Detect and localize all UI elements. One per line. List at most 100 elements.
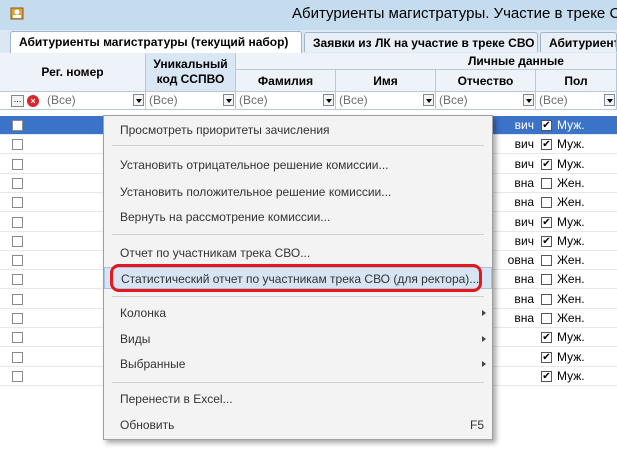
cell-patronymic: вич [514,118,534,132]
chevron-down-icon[interactable] [323,94,334,106]
filter-sspvo-code-value: (Все) [149,93,178,107]
row-checkbox[interactable] [12,255,23,267]
cell-gender: Муж. [557,118,585,132]
filter-patronymic-value: (Все) [439,93,468,107]
chevron-down-icon[interactable] [223,94,234,106]
row-checkbox[interactable] [12,216,23,228]
menu-separator [112,234,484,235]
cell-patronymic [500,367,534,386]
row-checkbox[interactable] [12,158,23,170]
filter-row: (Все) (Все) (Все) (Все) (Все) (Все) [0,92,617,110]
menu-item-set-positive[interactable]: Установить положительное решение комисси… [104,181,492,203]
cell-patronymic: вна [514,272,534,287]
row-checkbox[interactable] [12,197,23,209]
gender-checkbox[interactable]: ✔ [541,235,552,247]
row-checkbox[interactable] [12,313,23,324]
gender-checkbox[interactable] [541,177,552,189]
filter-gender-value: (Все) [539,93,568,107]
menu-item-svo-report[interactable]: Отчет по участникам трека СВО... [104,242,492,264]
chevron-right-icon [482,336,486,342]
header-patronymic[interactable]: Отчество [436,70,536,92]
header-gender[interactable]: Пол [536,70,617,92]
row-checkbox[interactable] [12,370,23,382]
tab-strip: Абитуриенты магистратуры (текущий набор)… [0,30,617,54]
menu-item-refresh-label: Обновить [120,418,175,432]
row-checkbox[interactable] [12,177,23,189]
filter-patronymic[interactable]: (Все) [436,92,536,109]
header-last-name[interactable]: Фамилия [236,70,336,92]
chevron-right-icon [482,310,486,316]
cell-gender: Жен. [557,311,585,325]
header-personal-data-group: Личные данные [236,53,617,70]
tab-svo-requests[interactable]: Заявки из ЛК на участие в треке СВО [304,32,538,52]
tab-current-applicants[interactable]: Абитуриенты магистратуры (текущий набор) [10,31,302,53]
row-checkbox[interactable] [12,274,23,286]
chevron-down-icon[interactable] [133,94,144,106]
title-bar: Абитуриенты магистратуры. Участие в трек… [0,0,617,30]
cell-patronymic: вна [514,195,534,210]
gender-checkbox[interactable]: ✔ [541,139,552,151]
menu-item-column[interactable]: Колонка [104,302,492,324]
app-icon [10,7,24,20]
cell-gender: Жен. [557,291,585,306]
cell-gender: Муж. [557,214,585,229]
chevron-down-icon[interactable] [604,94,615,106]
filter-last-name-value: (Все) [239,93,268,107]
clear-filter-icon[interactable]: × [27,95,39,107]
cell-patronymic [500,348,534,367]
gender-checkbox[interactable] [541,293,552,305]
gender-checkbox[interactable] [541,197,552,209]
cell-patronymic: вич [514,233,534,248]
row-checkbox[interactable] [12,235,23,247]
cell-patronymic: вич [514,214,534,229]
filter-sspvo-code[interactable]: (Все) [146,92,236,109]
menu-item-export-excel[interactable]: Перенести в Excel... [104,388,492,410]
gender-checkbox[interactable]: ✔ [541,351,552,363]
header-first-name[interactable]: Имя [336,70,436,92]
gender-checkbox[interactable]: ✔ [541,332,552,344]
chevron-right-icon [482,361,486,367]
row-checkbox[interactable] [12,293,23,305]
gender-checkbox[interactable] [541,313,552,324]
menu-item-set-negative[interactable]: Установить отрицательное решение комисси… [104,154,492,176]
menu-separator [112,296,484,297]
header-sspvo-code[interactable]: Уникальный код ССПВО [146,53,236,92]
menu-item-refresh[interactable]: Обновить F5 [104,414,492,436]
menu-item-refresh-shortcut: F5 [469,418,484,432]
filter-gender[interactable]: (Все) [536,92,617,109]
menu-item-views[interactable]: Виды [104,328,492,350]
cell-patronymic: овна [507,253,534,268]
menu-separator [112,145,484,146]
header-reg-number[interactable]: Рег. номер [0,53,146,92]
filter-reg-number[interactable]: (Все) [44,92,146,109]
row-checkbox[interactable] [12,351,23,363]
cell-patronymic: вич [514,156,534,171]
gender-checkbox[interactable]: ✔ [541,120,552,131]
filter-first-name[interactable]: (Все) [336,92,436,109]
cell-gender: Муж. [557,330,585,345]
tab-applicant[interactable]: Абитуриент [540,32,617,52]
chevron-down-icon[interactable] [423,94,434,106]
cell-gender: Муж. [557,368,585,383]
cell-gender: Жен. [557,175,585,190]
gender-checkbox[interactable]: ✔ [541,158,552,170]
row-checkbox[interactable] [12,332,23,344]
window-title: Абитуриенты магистратуры. Участие в трек… [292,5,617,22]
cell-patronymic [500,328,534,347]
cell-gender: Муж. [557,156,585,171]
filter-options-button[interactable]: ... [11,95,24,107]
menu-item-return-review[interactable]: Вернуть на рассмотрение комиссии... [104,206,492,228]
cell-gender: Жен. [557,253,585,268]
menu-item-selected[interactable]: Выбранные [104,353,492,375]
cell-gender: Жен. [557,195,585,210]
gender-checkbox[interactable] [541,255,552,267]
row-checkbox[interactable] [12,139,23,151]
gender-checkbox[interactable]: ✔ [541,370,552,382]
filter-first-name-value: (Все) [339,93,368,107]
gender-checkbox[interactable]: ✔ [541,216,552,228]
menu-item-view-priorities[interactable]: Просмотреть приоритеты зачисления [104,119,492,141]
row-checkbox[interactable] [12,120,23,131]
gender-checkbox[interactable] [541,274,552,286]
chevron-down-icon[interactable] [523,94,534,106]
filter-last-name[interactable]: (Все) [236,92,336,109]
